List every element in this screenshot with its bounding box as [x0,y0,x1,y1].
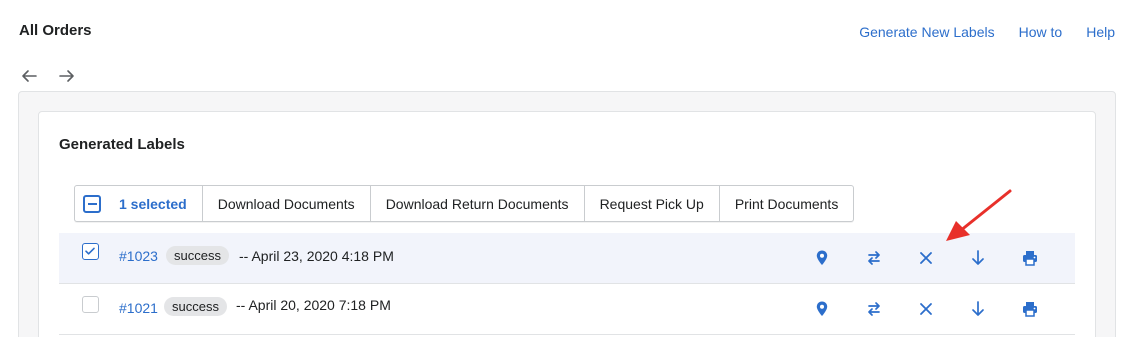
arrow-down-icon[interactable] [952,297,1004,321]
location-pin-icon[interactable] [796,297,848,321]
arrow-left-icon[interactable] [19,66,39,86]
row-actions [796,297,1056,321]
order-number-link[interactable]: #1023 [119,248,158,264]
printer-icon[interactable] [1004,246,1056,270]
request-pick-up-button[interactable]: Request Pick Up [583,186,719,221]
bulk-select-toggle[interactable]: 1 selected [75,186,202,221]
status-badge: success [164,297,227,316]
order-number-link[interactable]: #1021 [119,300,158,316]
printer-icon[interactable] [1004,297,1056,321]
return-arrow-icon[interactable] [848,246,900,270]
arrow-down-icon[interactable] [952,246,1004,270]
header-links: Generate New Labels How to Help [859,24,1115,40]
location-pin-icon[interactable] [796,246,848,270]
indeterminate-checkbox[interactable] [83,194,101,213]
row-checkbox[interactable] [82,296,99,313]
bulk-actions-bar: 1 selected Download Documents Download R… [74,185,855,222]
return-arrow-icon[interactable] [848,297,900,321]
row-actions [796,246,1056,270]
order-date: -- April 23, 2020 4:18 PM [239,248,394,264]
how-to-link[interactable]: How to [1019,24,1063,40]
table-row: #1023 success -- April 23, 2020 4:18 PM [59,233,1075,284]
help-link[interactable]: Help [1086,24,1115,40]
section-title: Generated Labels [59,136,185,153]
selected-count: 1 selected [119,195,187,212]
order-date: -- April 20, 2020 7:18 PM [236,297,391,313]
arrow-right-icon[interactable] [57,66,77,86]
download-return-documents-button[interactable]: Download Return Documents [369,186,584,221]
page-title: All Orders [19,22,92,39]
table-row: #1021 success -- April 20, 2020 7:18 PM [59,284,1075,335]
history-nav [19,66,77,86]
print-documents-button[interactable]: Print Documents [718,186,853,221]
status-badge: success [166,246,229,265]
close-icon[interactable] [900,246,952,270]
download-documents-button[interactable]: Download Documents [201,186,370,221]
row-checkbox[interactable] [82,243,99,260]
generate-new-labels-link[interactable]: Generate New Labels [859,24,994,40]
close-icon[interactable] [900,297,952,321]
